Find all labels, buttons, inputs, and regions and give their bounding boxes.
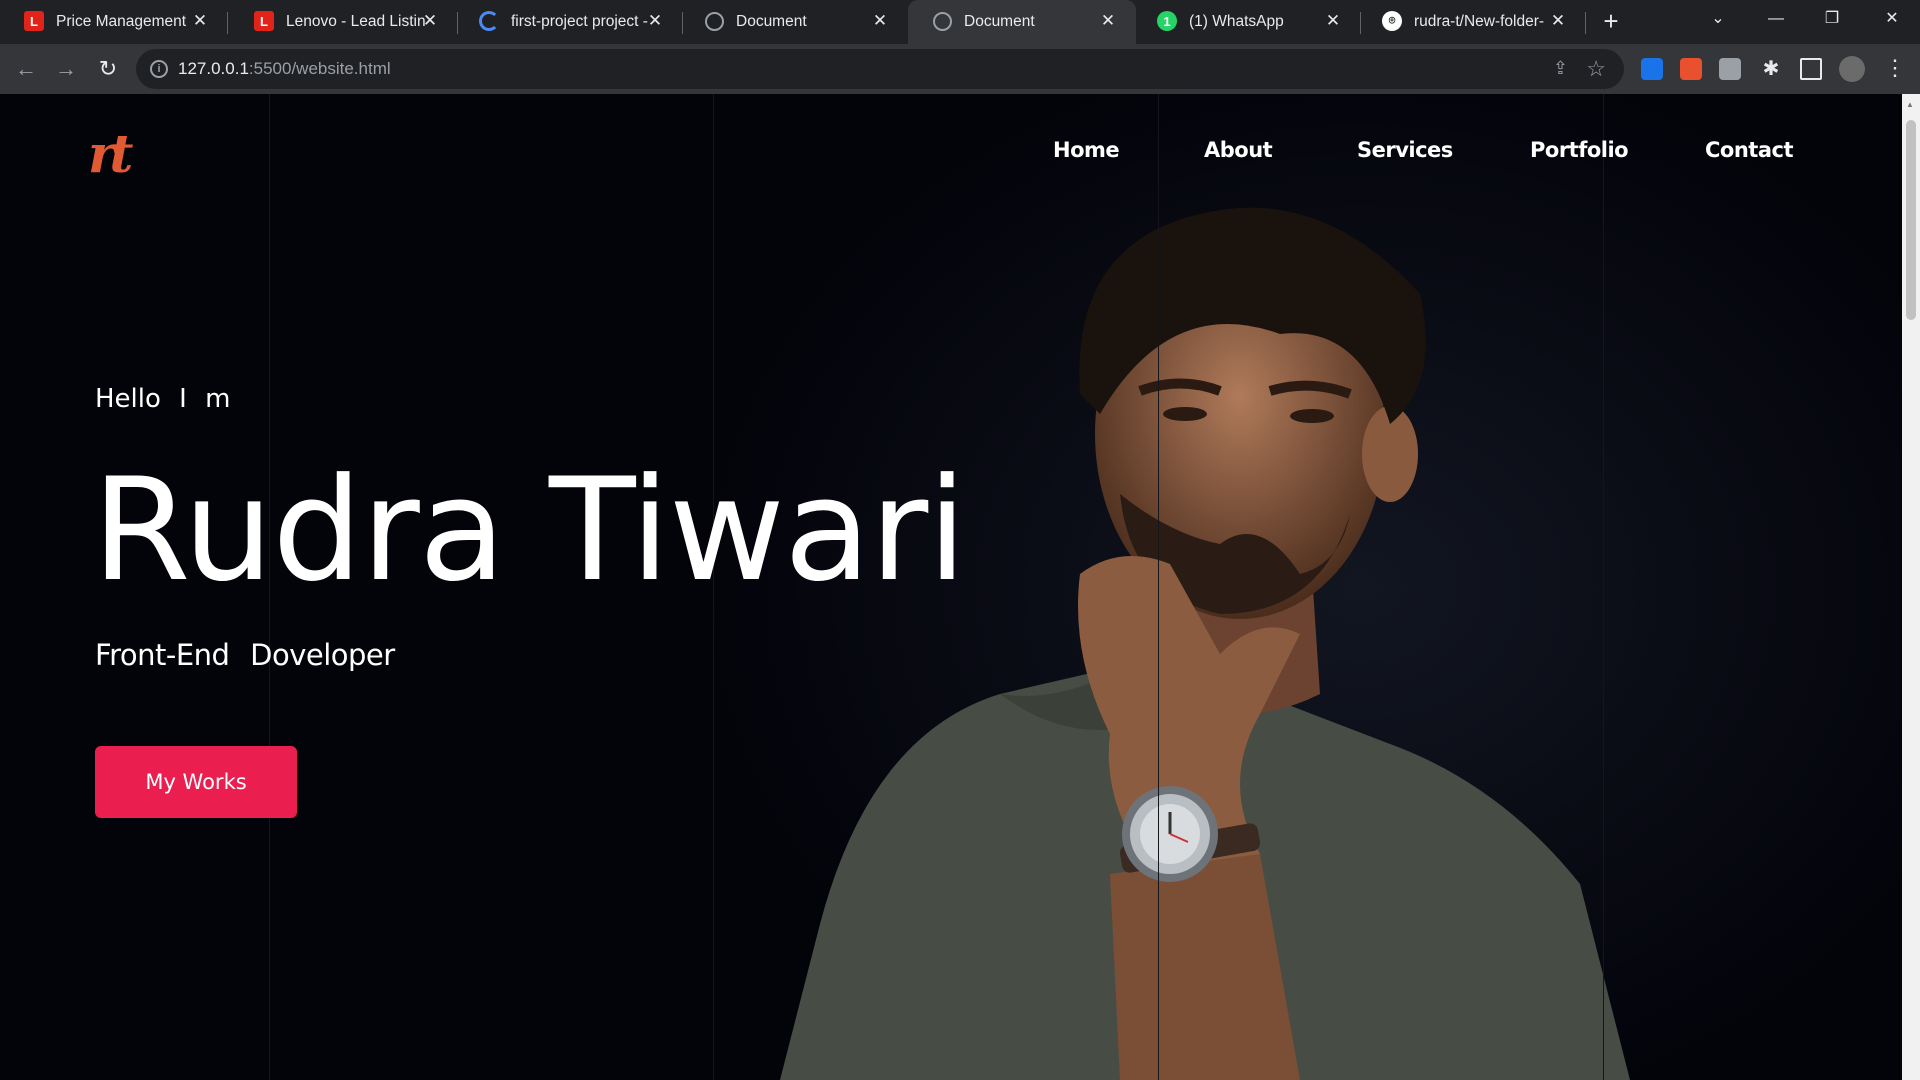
nav-portfolio[interactable]: Portfolio bbox=[1530, 138, 1629, 162]
tab-separator bbox=[1585, 12, 1586, 34]
lenovo-icon: L bbox=[254, 11, 274, 31]
grid-line bbox=[1603, 94, 1604, 1080]
tab-whatsapp[interactable]: 1 (1) WhatsApp ✕ bbox=[1133, 0, 1361, 44]
nav-contact[interactable]: Contact bbox=[1705, 138, 1794, 162]
url-text[interactable]: 127.0.0.1:5500/website.html bbox=[178, 59, 391, 79]
scrollbar-thumb[interactable] bbox=[1906, 120, 1916, 320]
close-icon[interactable]: ✕ bbox=[1548, 11, 1568, 31]
nav-about[interactable]: About bbox=[1204, 138, 1273, 162]
close-icon[interactable]: ✕ bbox=[870, 11, 890, 31]
restore-icon[interactable]: ❐ bbox=[1804, 0, 1860, 40]
tab-title: (1) WhatsApp bbox=[1189, 13, 1284, 30]
minimize-icon[interactable]: — bbox=[1748, 0, 1804, 40]
close-icon[interactable]: ✕ bbox=[645, 11, 665, 31]
kebab-menu-icon[interactable]: ⋮ bbox=[1884, 56, 1906, 80]
share-icon[interactable]: ⇪ bbox=[1553, 58, 1568, 79]
forward-arrow-icon[interactable]: → bbox=[52, 56, 80, 84]
window-close-icon[interactable]: ✕ bbox=[1864, 0, 1920, 40]
extension-shield-icon[interactable] bbox=[1641, 58, 1663, 80]
globe-icon bbox=[932, 11, 952, 31]
extension-gray-icon[interactable] bbox=[1719, 58, 1741, 80]
extensions-puzzle-icon[interactable]: ✱ bbox=[1760, 58, 1782, 80]
tab-search-chevron-icon[interactable]: ⌄ bbox=[1690, 0, 1746, 40]
profile-avatar[interactable] bbox=[1839, 56, 1865, 82]
lenovo-icon: L bbox=[24, 11, 44, 31]
tab-lenovo-lead-listing[interactable]: L Lenovo - Lead Listing ✕ bbox=[230, 0, 458, 44]
browser-tab-strip: L Price Management ✕ L Lenovo - Lead Lis… bbox=[0, 0, 1920, 44]
hero-name: Rudra Tiwari bbox=[92, 448, 967, 613]
close-icon[interactable]: ✕ bbox=[1323, 11, 1343, 31]
tab-title: rudra-t/New-folder- bbox=[1414, 13, 1545, 30]
nav-services[interactable]: Services bbox=[1357, 138, 1453, 162]
bookmark-star-icon[interactable]: ☆ bbox=[1586, 56, 1606, 82]
site-info-icon[interactable]: i bbox=[150, 60, 168, 78]
github-icon: ⌾ bbox=[1382, 11, 1402, 31]
tab-price-management[interactable]: L Price Management ✕ bbox=[0, 0, 228, 44]
new-tab-plus-icon[interactable]: + bbox=[1598, 8, 1624, 34]
tab-first-project[interactable]: first-project project - ✕ bbox=[455, 0, 683, 44]
scroll-up-arrow-icon[interactable]: ▲ bbox=[1906, 100, 1914, 109]
close-icon[interactable]: ✕ bbox=[420, 11, 440, 31]
url-path: :5500/website.html bbox=[248, 59, 391, 78]
back-arrow-icon[interactable]: ← bbox=[12, 56, 40, 84]
close-icon[interactable]: ✕ bbox=[1098, 11, 1118, 31]
my-works-button[interactable]: My Works bbox=[95, 746, 297, 818]
tab-title: Document bbox=[736, 13, 807, 30]
browser-toolbar: ← → ↻ i 127.0.0.1:5500/website.html ⇪ ☆ … bbox=[0, 44, 1920, 94]
page-scrollbar[interactable]: ▲ bbox=[1902, 94, 1920, 1080]
site-logo[interactable]: rt bbox=[88, 124, 133, 185]
loading-spinner-icon bbox=[479, 11, 499, 31]
side-panel-icon[interactable] bbox=[1800, 58, 1822, 80]
tab-document-2-active[interactable]: Document ✕ bbox=[908, 0, 1136, 44]
tab-github-repo[interactable]: ⌾ rudra-t/New-folder- ✕ bbox=[1358, 0, 1586, 44]
extension-fire-icon[interactable] bbox=[1680, 58, 1702, 80]
hero-role: Front-End Doveloper bbox=[95, 638, 395, 672]
tab-title: Document bbox=[964, 13, 1035, 30]
address-bar[interactable]: i 127.0.0.1:5500/website.html ⇪ ☆ bbox=[136, 49, 1624, 89]
tab-separator bbox=[227, 12, 228, 34]
tab-title: first-project project - bbox=[511, 13, 648, 30]
hero-greeting: Hello I m bbox=[95, 384, 231, 414]
whatsapp-icon: 1 bbox=[1157, 11, 1177, 31]
tab-title: Price Management bbox=[56, 13, 187, 30]
close-icon[interactable]: ✕ bbox=[190, 11, 210, 31]
website-viewport: rt Home About Services Portfolio Contact… bbox=[0, 94, 1902, 1080]
nav-home[interactable]: Home bbox=[1053, 138, 1120, 162]
tab-document-1[interactable]: Document ✕ bbox=[680, 0, 908, 44]
url-host: 127.0.0.1 bbox=[178, 59, 249, 78]
reload-icon[interactable]: ↻ bbox=[94, 56, 122, 84]
tab-title: Lenovo - Lead Listing bbox=[286, 13, 426, 30]
grid-line bbox=[1158, 94, 1159, 1080]
globe-icon bbox=[704, 11, 724, 31]
